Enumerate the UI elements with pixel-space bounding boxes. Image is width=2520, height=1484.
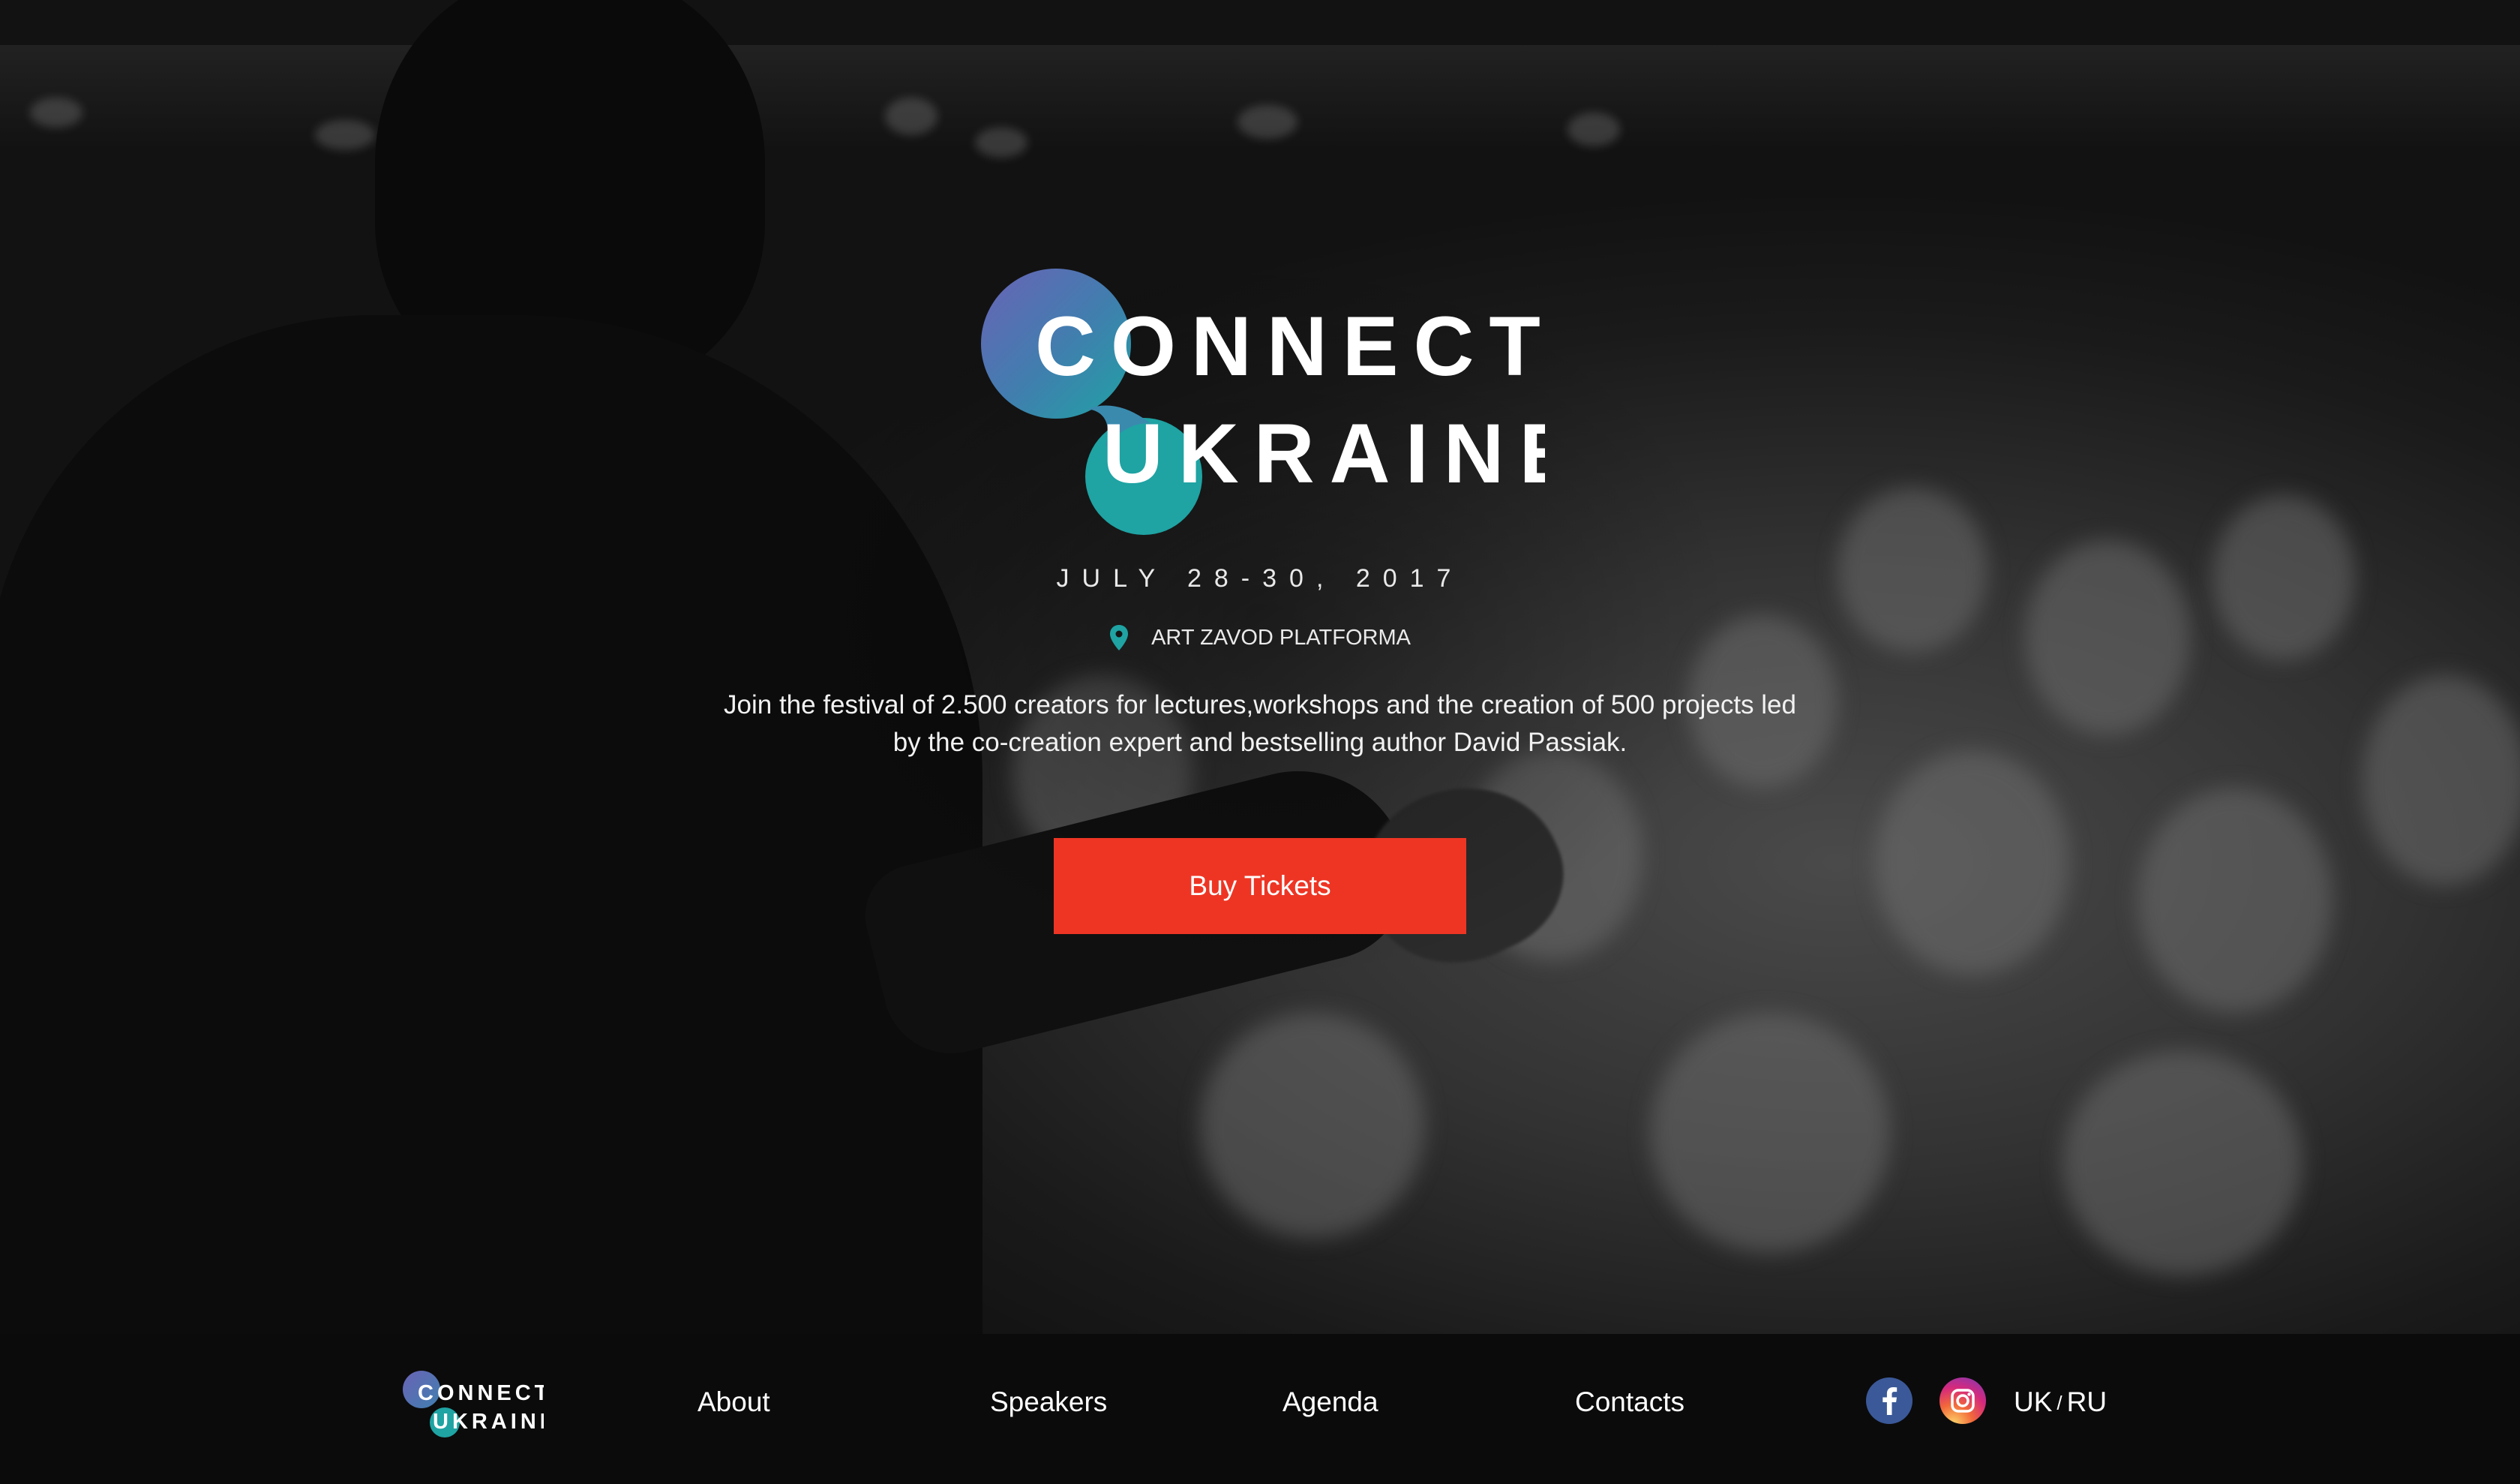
logo-graphic: CONNECT UKRAINE bbox=[981, 269, 1545, 535]
instagram-icon[interactable] bbox=[1940, 1377, 1986, 1424]
logo-text-connect: CONNECT bbox=[1035, 299, 1545, 393]
hero-background bbox=[0, 0, 2520, 1334]
footer-logo[interactable]: CONNECT UKRAINE bbox=[401, 1369, 544, 1438]
nav-speakers[interactable]: Speakers bbox=[990, 1386, 1107, 1418]
footer-bar bbox=[0, 1334, 2520, 1484]
facebook-icon[interactable] bbox=[1866, 1377, 1912, 1424]
lang-uk[interactable]: UK bbox=[2014, 1386, 2052, 1417]
event-date: JULY 28-30, 2017 bbox=[1056, 564, 1464, 593]
footer-logo-text-connect: CONNECT bbox=[418, 1381, 544, 1405]
nav-about[interactable]: About bbox=[698, 1386, 770, 1418]
logo-text-ukraine: UKRAINE bbox=[1102, 407, 1545, 500]
language-switcher: UK / RU bbox=[2014, 1386, 2107, 1418]
lang-ru[interactable]: RU bbox=[2067, 1386, 2107, 1417]
nav-agenda[interactable]: Agenda bbox=[1282, 1386, 1378, 1418]
event-venue: ART ZAVOD PLATFORMA bbox=[0, 625, 2520, 651]
footer-logo-text-ukraine: UKRAINE bbox=[433, 1410, 544, 1434]
map-pin-icon bbox=[1109, 625, 1129, 651]
buy-tickets-button[interactable]: Buy Tickets bbox=[1054, 838, 1466, 934]
event-description: Join the festival of 2.500 creators for … bbox=[724, 690, 1796, 757]
connect-ukraine-logo[interactable]: CONNECT UKRAINE bbox=[975, 263, 1545, 540]
nav-contacts[interactable]: Contacts bbox=[1575, 1386, 1684, 1418]
venue-label: ART ZAVOD PLATFORMA bbox=[1151, 625, 1411, 650]
hero-overlay bbox=[0, 0, 2520, 1334]
lang-separator: / bbox=[2056, 1392, 2062, 1414]
footer-logo-graphic: CONNECT UKRAINE bbox=[403, 1371, 544, 1437]
